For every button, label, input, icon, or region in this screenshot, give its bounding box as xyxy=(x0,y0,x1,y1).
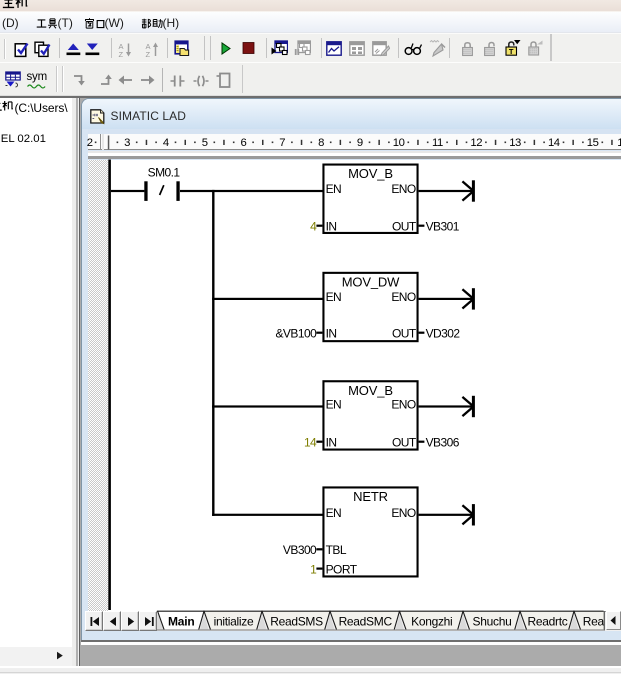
svg-text:&VB100: &VB100 xyxy=(275,327,317,341)
svg-text:9: 9 xyxy=(357,137,363,149)
svg-text:ReadSMS: ReadSMS xyxy=(270,615,323,629)
svg-text:Z: Z xyxy=(119,50,124,58)
svg-text:OUT: OUT xyxy=(392,327,417,341)
svg-text:Rea: Rea xyxy=(583,615,605,629)
svg-text:T: T xyxy=(509,47,514,56)
svg-text:NETR: NETR xyxy=(353,489,388,504)
svg-text:5: 5 xyxy=(202,137,208,149)
svg-text:EN: EN xyxy=(326,506,342,520)
svg-text:7: 7 xyxy=(279,137,285,149)
svg-text:EN: EN xyxy=(326,290,342,304)
svg-text:4: 4 xyxy=(310,220,317,234)
svg-text:ReadSMC: ReadSMC xyxy=(339,615,393,629)
svg-text:initialize: initialize xyxy=(214,615,254,629)
svg-text:14: 14 xyxy=(304,436,317,450)
svg-text:EN: EN xyxy=(326,398,342,412)
svg-text:1: 1 xyxy=(617,137,621,149)
svg-text:Shuchu: Shuchu xyxy=(473,615,512,629)
svg-text:ENO: ENO xyxy=(391,290,416,304)
svg-text:IN: IN xyxy=(326,436,337,450)
svg-text:Readrtc: Readrtc xyxy=(528,615,568,629)
svg-text:MOV_B: MOV_B xyxy=(348,166,393,181)
svg-text:VB301: VB301 xyxy=(426,220,460,234)
svg-text:11: 11 xyxy=(432,137,443,149)
svg-text:VD302: VD302 xyxy=(426,327,461,341)
svg-text:12: 12 xyxy=(470,137,482,149)
svg-text:3: 3 xyxy=(124,137,130,149)
svg-text:ENO: ENO xyxy=(391,182,416,196)
svg-text:MOV_DW: MOV_DW xyxy=(342,274,400,289)
svg-text:SM0.1: SM0.1 xyxy=(148,166,181,180)
svg-text:IN: IN xyxy=(326,327,337,341)
svg-text:ENO: ENO xyxy=(391,506,416,520)
svg-text:Main: Main xyxy=(168,615,195,629)
svg-text:VB300: VB300 xyxy=(283,543,317,557)
svg-text:EN: EN xyxy=(326,182,342,196)
svg-text:4: 4 xyxy=(163,137,169,149)
svg-text:6: 6 xyxy=(241,137,247,149)
svg-text:2: 2 xyxy=(87,137,93,149)
svg-text:PORT: PORT xyxy=(326,562,358,576)
svg-text:13: 13 xyxy=(509,137,521,149)
svg-text:Kongzhi: Kongzhi xyxy=(411,615,452,629)
svg-text:10: 10 xyxy=(393,137,405,149)
svg-text:MOV_B: MOV_B xyxy=(348,383,393,398)
svg-text:IN: IN xyxy=(326,220,337,234)
svg-text:OUT: OUT xyxy=(392,436,417,450)
svg-text:Z: Z xyxy=(145,50,150,58)
svg-text:TBL: TBL xyxy=(326,543,347,557)
svg-text:OUT: OUT xyxy=(392,220,417,234)
svg-text:1: 1 xyxy=(310,562,317,576)
svg-text:14: 14 xyxy=(548,137,560,149)
svg-text:ENO: ENO xyxy=(391,398,416,412)
svg-text:15: 15 xyxy=(587,137,599,149)
svg-text:VB306: VB306 xyxy=(426,436,460,450)
svg-text:8: 8 xyxy=(318,137,324,149)
